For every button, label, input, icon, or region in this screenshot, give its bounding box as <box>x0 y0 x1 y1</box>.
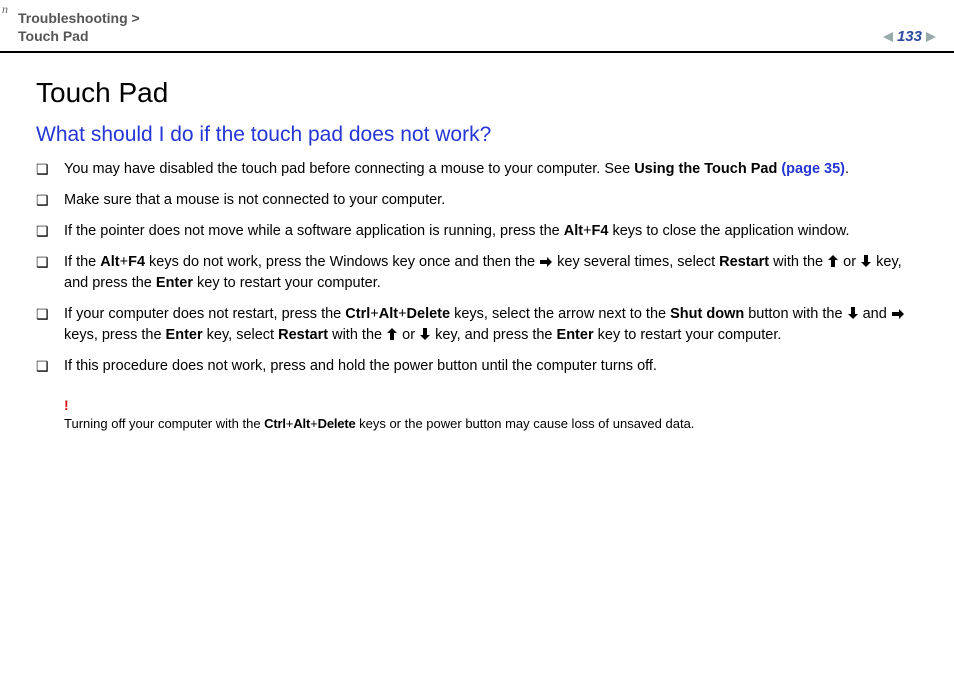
arrow-down-icon <box>419 327 431 341</box>
list-item: If your computer does not restart, press… <box>36 304 924 356</box>
arrow-up-icon <box>827 254 839 268</box>
list-item: If this procedure does not work, press a… <box>36 356 924 387</box>
text: button with the <box>744 306 846 322</box>
question-heading: What should I do if the touch pad does n… <box>36 123 924 147</box>
key: Enter <box>166 327 203 343</box>
text: Make sure that a mouse is not connected … <box>64 192 445 208</box>
text: key to restart your computer. <box>193 275 381 291</box>
key: Alt <box>100 254 119 270</box>
key: Delete <box>407 306 451 322</box>
text: or <box>839 254 860 270</box>
arrow-down-icon <box>860 254 872 268</box>
text: or <box>398 327 419 343</box>
list-item: If the pointer does not move while a sof… <box>36 221 924 252</box>
warning-text: Turning off your computer with the Ctrl +… <box>64 415 924 433</box>
key: Ctrl <box>264 416 286 431</box>
key: Ctrl <box>345 306 370 322</box>
text: keys, select the arrow next to the <box>450 306 670 322</box>
text: You may have disabled the touch pad befo… <box>64 161 634 177</box>
key: Enter <box>156 275 193 291</box>
text: If the pointer does not move while a sof… <box>64 223 564 239</box>
text: Turning off your computer with the <box>64 416 264 431</box>
text: + <box>370 306 378 322</box>
page-number: 133 <box>897 28 922 45</box>
text: with the <box>769 254 827 270</box>
arrow-right-icon <box>539 256 553 268</box>
text: + <box>398 306 406 322</box>
list-item: You may have disabled the touch pad befo… <box>36 159 924 190</box>
page: n Troubleshooting > Touch Pad 133 Touch … <box>0 0 954 674</box>
page-nav: 133 <box>883 28 936 45</box>
key: Alt <box>293 416 310 431</box>
text: If your computer does not restart, press… <box>64 306 345 322</box>
list-item: Make sure that a mouse is not connected … <box>36 190 924 221</box>
text: + <box>120 254 128 270</box>
arrow-right-icon <box>891 308 905 320</box>
text: . <box>845 161 849 177</box>
key: F4 <box>592 223 609 239</box>
key: Shut down <box>670 306 744 322</box>
key: Enter <box>557 327 594 343</box>
breadcrumb-page: Touch Pad <box>18 28 89 44</box>
text: keys to close the application window. <box>608 223 849 239</box>
text: key, and press the <box>431 327 556 343</box>
text: key to restart your computer. <box>594 327 782 343</box>
key: Alt <box>564 223 583 239</box>
breadcrumb: Troubleshooting > Touch Pad <box>18 10 140 45</box>
arrow-down-icon <box>847 306 859 320</box>
text: + <box>583 223 591 239</box>
instruction-list: You may have disabled the touch pad befo… <box>36 159 924 387</box>
ref-title: Using the Touch Pad <box>634 161 781 177</box>
arrow-up-icon <box>386 327 398 341</box>
text: + <box>310 416 318 431</box>
next-page-icon[interactable] <box>926 32 936 42</box>
text: keys or the power button may cause loss … <box>356 416 695 431</box>
text: If this procedure does not work, press a… <box>64 358 657 374</box>
page-title: Touch Pad <box>36 77 924 109</box>
text: key, select <box>203 327 278 343</box>
text: If the <box>64 254 100 270</box>
prev-page-icon[interactable] <box>883 32 893 42</box>
text: key several times, select <box>553 254 719 270</box>
key: Delete <box>318 416 356 431</box>
page-letter: n <box>2 2 8 17</box>
content: Touch Pad What should I do if the touch … <box>0 53 954 433</box>
text: keys do not work, press the Windows key … <box>145 254 539 270</box>
key: Restart <box>278 327 328 343</box>
breadcrumb-separator: > <box>132 10 140 26</box>
list-item: If the Alt+F4 keys do not work, press th… <box>36 252 924 304</box>
key: Alt <box>379 306 398 322</box>
page-link[interactable]: (page 35) <box>781 161 845 177</box>
warning-icon: ! <box>64 397 924 413</box>
text: with the <box>328 327 386 343</box>
key: Restart <box>719 254 769 270</box>
text: keys, press the <box>64 327 166 343</box>
breadcrumb-section: Troubleshooting <box>18 10 128 26</box>
key: F4 <box>128 254 145 270</box>
text: and <box>859 306 891 322</box>
page-header: Troubleshooting > Touch Pad 133 <box>0 0 954 51</box>
